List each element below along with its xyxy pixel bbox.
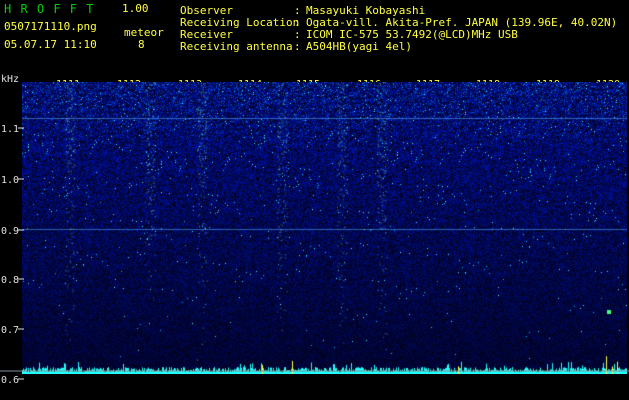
app-version: 1.00 [122,2,149,15]
image-filename: 0507171110.png [4,20,97,33]
app-name: H R O F F T [4,2,95,16]
y-tick-label: 0.6 [1,375,20,386]
station-separator: : [294,40,301,53]
y-tick-label: 0.7 [1,325,20,336]
axis-unit-label: kHz [1,74,20,85]
observation-datetime: 05.07.17 11:10 [4,38,97,51]
spectrogram-plot [22,82,627,374]
y-tick-label: 0.9 [1,226,20,237]
station-label-antenna: Receiving antenna [180,40,293,53]
detection-count: 8 [138,38,145,51]
station-value-antenna: A504HB(yagi 4el) [306,40,412,53]
y-tick-label: 0.8 [1,275,20,286]
y-tick-label: 1.0 [1,175,20,186]
y-tick-label: 1.1 [1,124,20,135]
